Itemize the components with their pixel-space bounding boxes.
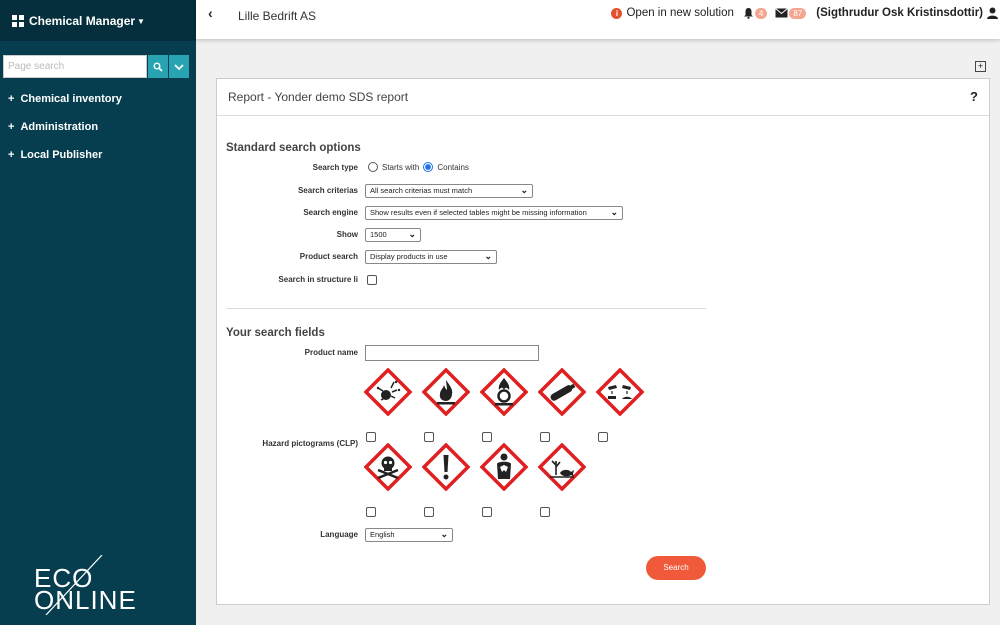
gas-cylinder-checkbox[interactable] <box>540 432 550 442</box>
product-name-label: Product name <box>304 348 358 357</box>
search-fields-title: Your search fields <box>226 327 325 339</box>
panel-title: Report - Yonder demo SDS report <box>228 90 409 104</box>
info-icon: i <box>611 7 623 19</box>
skull-checkbox[interactable] <box>366 507 376 517</box>
product-search-select[interactable]: Display products in use ⌄ <box>365 250 497 264</box>
starts-with-radio[interactable] <box>368 162 378 172</box>
hazard-pictograms-label: Hazard pictograms (CLP) <box>262 439 358 448</box>
chevron-down-icon: ⌄ <box>440 529 448 539</box>
sidebar-item-label: Administration <box>20 121 99 133</box>
corrosive-icon <box>596 368 644 416</box>
select-value: English <box>370 530 395 539</box>
search-engine-select[interactable]: Show results even if selected tables mig… <box>365 206 623 220</box>
plus-icon: + <box>8 149 15 161</box>
envelope-icon[interactable] <box>775 8 789 18</box>
search-button[interactable] <box>148 55 168 78</box>
open-new-solution-link[interactable]: Open in new solution <box>626 7 733 19</box>
search-type-label: Search type <box>312 163 358 172</box>
show-label: Show <box>336 230 358 239</box>
grid-icon <box>12 14 24 27</box>
health-hazard-icon <box>480 443 528 491</box>
sidebar-item-label: Local Publisher <box>20 149 103 161</box>
sidebar-item-chemical-inventory[interactable]: + Chemical inventory <box>8 92 122 120</box>
app-name[interactable]: Chemical Manager <box>29 14 135 28</box>
app-switcher[interactable]: Chemical Manager ▼ <box>0 0 196 41</box>
environment-checkbox[interactable] <box>540 507 550 517</box>
flammable-icon <box>422 368 470 416</box>
sidebar: Chemical Manager ▼ + Chemical inventory +… <box>0 0 196 625</box>
back-icon[interactable]: ‹ <box>208 5 213 21</box>
user-name[interactable]: (Sigthrudur Osk Kristinsdottir) <box>816 7 983 19</box>
logo-slash <box>45 555 103 615</box>
contains-label: Contains <box>437 162 469 172</box>
sidebar-item-label: Chemical inventory <box>20 93 122 105</box>
chevron-down-icon <box>174 63 184 70</box>
chevron-down-icon: ⌄ <box>520 185 528 195</box>
caret-down-icon[interactable]: ▼ <box>137 17 145 26</box>
show-select[interactable]: 1500 ⌄ <box>365 228 421 242</box>
notification-badge: 4 <box>754 7 768 19</box>
user-icon[interactable] <box>987 7 998 19</box>
panel-header: Report - Yonder demo SDS report ? <box>217 79 989 116</box>
plus-icon: + <box>8 93 15 105</box>
flammable-checkbox[interactable] <box>424 432 434 442</box>
page-search <box>3 55 189 78</box>
explosive-checkbox[interactable] <box>366 432 376 442</box>
bell-icon[interactable] <box>743 7 754 19</box>
corrosive-checkbox[interactable] <box>598 432 608 442</box>
search-criterias-select[interactable]: All search criterias must match ⌄ <box>365 184 533 198</box>
top-header: ‹ Lille Bedrift AS i Open in new solutio… <box>196 0 1000 39</box>
chevron-down-icon: ⌄ <box>610 207 618 217</box>
ecoonline-logo: ECO ONLINE <box>34 555 154 615</box>
select-value: All search criterias must match <box>370 186 473 195</box>
gas-cylinder-icon <box>538 368 586 416</box>
search-options-button[interactable] <box>169 55 189 78</box>
plus-icon: + <box>8 121 15 133</box>
sidebar-item-local-publisher[interactable]: + Local Publisher <box>8 148 122 176</box>
starts-with-label: Starts with <box>382 162 420 172</box>
environment-icon <box>538 443 586 491</box>
search-engine-label: Search engine <box>303 208 358 217</box>
oxidising-checkbox[interactable] <box>482 432 492 442</box>
exclamation-icon <box>422 443 470 491</box>
select-value: Display products in use <box>370 252 448 261</box>
product-search-label: Product search <box>299 252 358 261</box>
company-name: Lille Bedrift AS <box>238 9 317 23</box>
mail-badge: 87 <box>789 7 807 19</box>
search-structure-label: Search in structure li <box>278 275 358 284</box>
oxidising-icon <box>480 368 528 416</box>
select-value: Show results even if selected tables mig… <box>370 208 587 217</box>
search-type-options: Starts with Contains <box>368 162 469 172</box>
product-name-input[interactable] <box>365 345 539 361</box>
language-label: Language <box>320 530 358 539</box>
contains-radio[interactable] <box>423 162 434 172</box>
page-search-input[interactable] <box>3 55 147 78</box>
search-submit-button[interactable]: Search <box>646 556 706 580</box>
health-hazard-checkbox[interactable] <box>482 507 492 517</box>
search-structure-checkbox[interactable] <box>367 275 377 285</box>
language-select[interactable]: English ⌄ <box>365 528 453 542</box>
help-icon[interactable]: ? <box>970 89 978 104</box>
select-value: 1500 <box>370 230 387 239</box>
search-icon <box>153 62 163 72</box>
skull-icon <box>364 443 412 491</box>
header-actions: i Open in new solution 4 87 (Sigthrudur … <box>611 7 1000 19</box>
standard-options-title: Standard search options <box>226 142 361 154</box>
sidebar-nav: + Chemical inventory + Administration + Loc… <box>8 92 122 176</box>
chevron-down-icon: ⌄ <box>484 251 492 261</box>
search-criterias-label: Search criterias <box>297 186 358 195</box>
section-divider <box>226 308 706 309</box>
report-panel: Report - Yonder demo SDS report ? Standa… <box>216 78 990 605</box>
sidebar-item-administration[interactable]: + Administration <box>8 120 122 148</box>
exclamation-checkbox[interactable] <box>424 507 434 517</box>
chevron-down-icon: ⌄ <box>408 229 416 239</box>
explosive-icon <box>364 368 412 416</box>
expand-icon[interactable]: + <box>975 61 986 72</box>
